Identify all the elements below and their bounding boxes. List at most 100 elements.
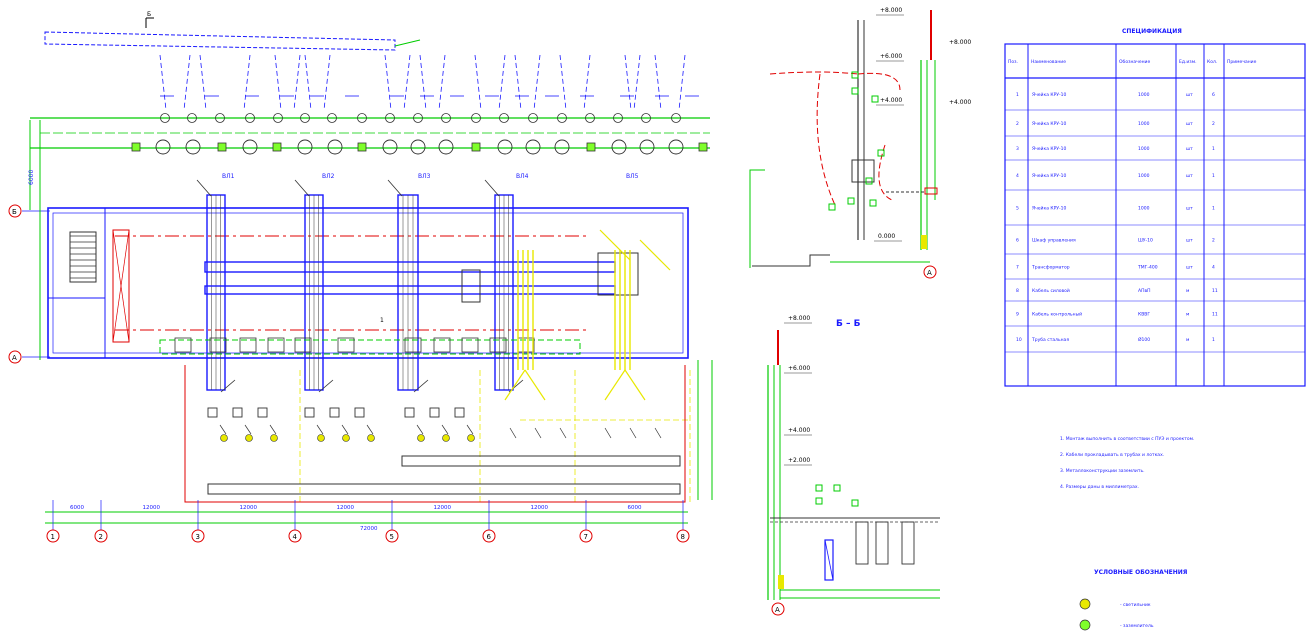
small-marker xyxy=(815,497,823,505)
small-marker xyxy=(871,95,879,103)
spec-pos: 2 xyxy=(1016,121,1019,127)
disconnector-blade xyxy=(629,427,637,439)
disconnector-blade xyxy=(341,424,349,435)
disconnector-blade xyxy=(534,427,542,439)
spec-pos: 1 xyxy=(1016,92,1019,98)
section-b-elevations: +8.000 +6.000 +4.000 +2.000 xyxy=(784,315,812,466)
overhead-line xyxy=(654,54,662,111)
spec-name: Ячейка КРУ-10 xyxy=(1032,91,1067,98)
disconnector-box xyxy=(429,407,440,418)
small-marker xyxy=(851,71,859,79)
spec-pos: 7 xyxy=(1016,265,1019,271)
feeder-label: ВЛ5 xyxy=(626,173,639,180)
overhead-line xyxy=(199,54,207,111)
section-b-yellow xyxy=(778,575,784,589)
disconnector-blade xyxy=(466,424,474,435)
cad-drawing: 1 2 3 4 5 6 7 8 Б А 6000 12000 12000 12000 12000 12000… xyxy=(8,7,1306,631)
dim-overall: 72000 xyxy=(360,526,378,532)
spec-pos: 3 xyxy=(1016,146,1019,152)
section-b-title: Б – Б xyxy=(836,319,861,329)
grounding-point xyxy=(586,142,596,152)
section-b-support-x xyxy=(824,539,834,581)
spec-name: Кабель контрольный xyxy=(1032,311,1082,318)
tray-fan xyxy=(413,379,429,393)
small-marker xyxy=(851,87,859,95)
small-marker xyxy=(833,484,841,492)
dim-value: 12000 xyxy=(143,505,161,511)
disconnector-blade xyxy=(441,424,449,435)
lamp xyxy=(367,434,375,442)
small-marker xyxy=(865,177,873,185)
grounding-point xyxy=(272,142,282,152)
dim-value: 12000 xyxy=(531,505,549,511)
insulator-mid xyxy=(185,139,201,155)
spec-unit: м xyxy=(1186,338,1189,343)
spec-pos: 9 xyxy=(1016,312,1019,318)
elev-mark: +6.000 xyxy=(880,53,902,60)
note-line: 4. Размеры даны в миллиметрах. xyxy=(1060,484,1139,490)
overhead-line xyxy=(498,54,506,111)
trench-2 xyxy=(401,455,681,467)
insulator-mid xyxy=(410,139,426,155)
feeder-label: ВЛ1 xyxy=(222,173,235,180)
notes: 1. Монтаж выполнить в соответствии с ПУЭ… xyxy=(1060,436,1194,490)
spec-pos: 10 xyxy=(1016,337,1022,343)
spec-header-cell: Кол. xyxy=(1207,59,1217,65)
red-boundary xyxy=(184,365,686,503)
legend-symbol xyxy=(1079,598,1091,610)
disconnector-blade xyxy=(316,424,324,435)
dim-value: 6000 xyxy=(70,505,84,511)
spec-header-cell: Обозначение xyxy=(1119,59,1150,65)
insulator-mid xyxy=(327,139,343,155)
spec-unit: шт xyxy=(1186,266,1193,271)
cable-trays xyxy=(196,179,639,393)
elev-mark: +8.000 xyxy=(788,315,810,322)
spec-qty: 1 xyxy=(1212,173,1215,179)
axis-label: 6 xyxy=(487,533,492,541)
staircase xyxy=(69,231,97,283)
lamp xyxy=(220,434,228,442)
disconnector-blade xyxy=(654,427,662,439)
tray-fan xyxy=(294,179,310,197)
small-marker xyxy=(815,484,823,492)
spec-name: Труба стальная xyxy=(1031,337,1069,343)
top-strip xyxy=(44,31,396,51)
spec-name: Ячейка КРУ-10 xyxy=(1032,172,1067,179)
spec-code: АПвП xyxy=(1138,288,1151,294)
spec-qty: 2 xyxy=(1212,238,1215,244)
lower-equipment xyxy=(207,407,662,442)
insulator-mid xyxy=(554,139,570,155)
small-marker xyxy=(869,199,877,207)
spec-code: 1000 xyxy=(1138,121,1150,127)
tray-fan xyxy=(220,379,236,393)
sec-top-small-boxes xyxy=(828,71,885,211)
overhead-line xyxy=(678,54,686,111)
top-leader xyxy=(394,39,421,47)
disconnector-box xyxy=(232,407,243,418)
overhead-line xyxy=(304,54,312,111)
insulator-mid xyxy=(497,139,513,155)
lamp xyxy=(317,434,325,442)
sec-top-box xyxy=(851,159,875,183)
yellow-fan xyxy=(624,369,646,401)
legend-label: - заземлитель xyxy=(1120,624,1154,629)
feeder-label: ВЛ4 xyxy=(516,173,529,180)
spec-qty: 1 xyxy=(1212,337,1215,343)
disconnector-box xyxy=(404,407,415,418)
lamp xyxy=(467,434,475,442)
axis-label: 4 xyxy=(293,533,298,541)
small-marker xyxy=(847,197,855,205)
note-line: 1. Монтаж выполнить в соответствии с ПУЭ… xyxy=(1060,436,1194,442)
axis-label: 5 xyxy=(390,533,394,541)
sec-top-red-wire xyxy=(769,71,859,75)
spec-unit: шт xyxy=(1186,93,1193,98)
disconnector-blade xyxy=(269,424,277,435)
spec-unit: м xyxy=(1186,289,1189,294)
trench xyxy=(207,483,681,495)
disconnector-blade xyxy=(219,424,227,435)
spec-unit: шт xyxy=(1186,147,1193,152)
yellow-fan xyxy=(604,369,626,401)
overhead-line xyxy=(514,54,522,111)
cell-cabinet xyxy=(901,521,915,565)
small-marker xyxy=(851,499,859,507)
